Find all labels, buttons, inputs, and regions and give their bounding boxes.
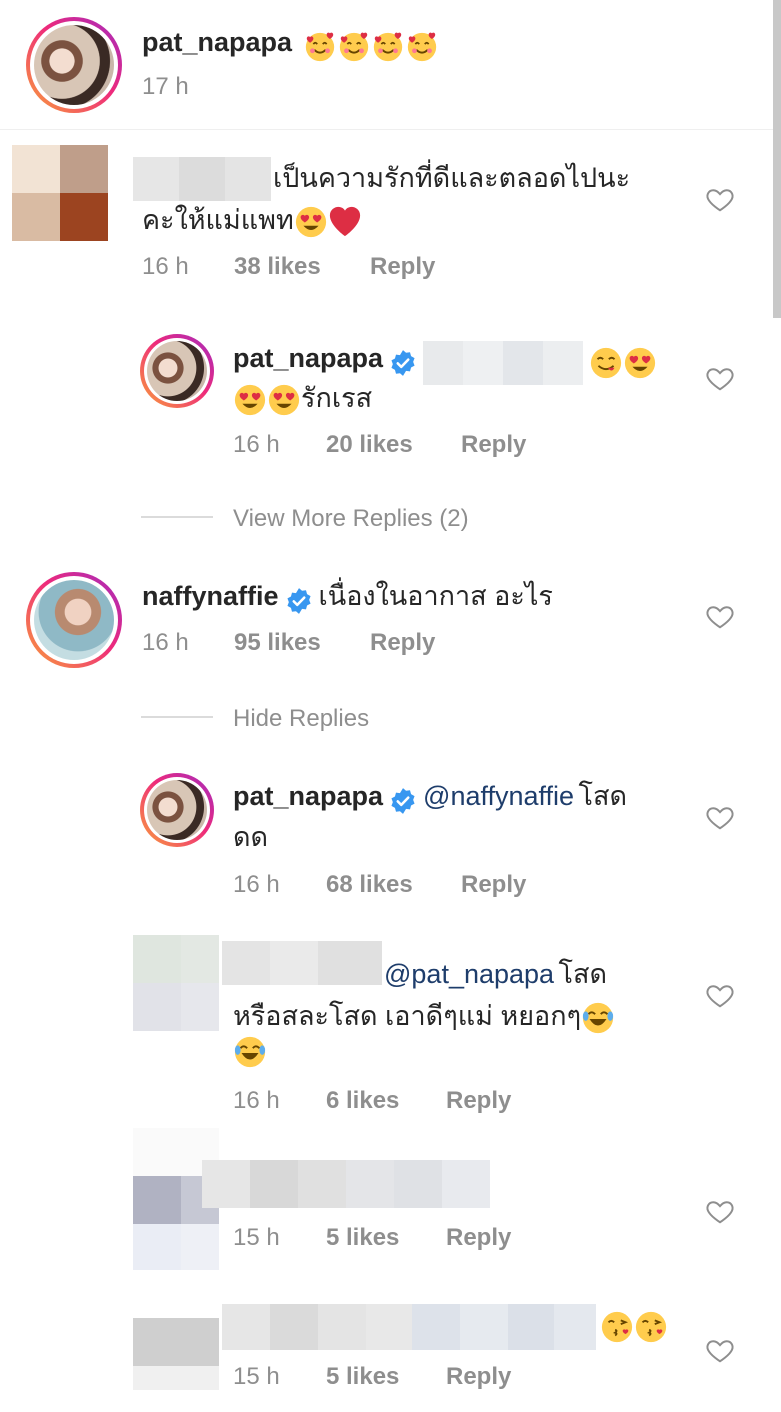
mention-link[interactable]: @pat_napapa — [384, 959, 554, 989]
avatar[interactable] — [140, 334, 214, 408]
red-heart-icon — [328, 205, 362, 239]
avatar[interactable] — [26, 572, 122, 668]
view-more-replies-button[interactable]: View More Replies (2) — [233, 505, 469, 533]
username[interactable]: pat_napapa — [233, 781, 383, 811]
comment-text: เป็นความรักที่ดีและตลอดไปนะ — [273, 163, 631, 193]
username[interactable]: pat_napapa — [233, 343, 383, 373]
like-heart-icon[interactable] — [705, 184, 735, 214]
comment-text: โสด — [578, 781, 628, 811]
comment-text: ดด — [233, 822, 269, 852]
reply-line: @pat_napapa โสด — [384, 954, 607, 994]
reply-button[interactable]: Reply — [370, 253, 435, 281]
comment-text: หรือสละโสด เอาดีๆแม่ หยอกๆ — [233, 996, 615, 1036]
mention-link[interactable]: @naffynaffie — [423, 781, 574, 811]
comment-time: 15 h — [233, 1363, 280, 1390]
avatar[interactable] — [26, 17, 122, 113]
like-heart-icon[interactable] — [705, 601, 735, 631]
smiling-face-with-hearts-icon — [371, 30, 405, 64]
smiling-face-with-hearts-icon — [337, 30, 371, 64]
comment-time: 16 h — [233, 431, 280, 458]
reply-button[interactable]: Reply — [370, 629, 435, 657]
username[interactable] — [202, 1160, 490, 1208]
header-divider — [0, 129, 773, 130]
heart-eyes-icon — [233, 383, 267, 417]
replies-divider — [141, 516, 213, 518]
smiling-face-with-hearts-icon — [405, 30, 439, 64]
verified-badge-icon — [389, 787, 417, 815]
reply-emojis — [600, 1310, 668, 1344]
avatar[interactable] — [133, 1318, 219, 1390]
avatar[interactable] — [140, 773, 214, 847]
comment-time: 16 h — [142, 629, 189, 656]
likes-count[interactable]: 5 likes — [326, 1224, 399, 1252]
redacted-text — [423, 340, 584, 385]
like-heart-icon[interactable] — [705, 1335, 735, 1365]
comment-time: 16 h — [233, 1087, 280, 1114]
replies-divider — [141, 716, 213, 718]
comment-text: เนื่องในอากาส อะไร — [318, 581, 553, 611]
kissing-face-icon — [634, 1310, 668, 1344]
likes-count[interactable]: 5 likes — [326, 1363, 399, 1391]
avatar[interactable] — [133, 935, 219, 1031]
username[interactable]: naffynaffie — [142, 581, 279, 611]
comment-time: 16 h — [142, 253, 189, 280]
caption-line: pat_napapa — [142, 22, 439, 62]
reply-button[interactable]: Reply — [461, 431, 526, 459]
avatar[interactable] — [12, 145, 108, 241]
heart-eyes-icon — [267, 383, 301, 417]
username[interactable] — [222, 1304, 596, 1350]
verified-badge-icon — [285, 587, 313, 615]
likes-count[interactable]: 20 likes — [326, 431, 413, 459]
comment-text: โสด — [558, 959, 608, 989]
comment-line: naffynaffie เนื่องในอากาส อะไร — [142, 575, 553, 617]
like-heart-icon[interactable] — [705, 1196, 735, 1226]
reply-button[interactable]: Reply — [446, 1363, 511, 1391]
comment-time: 15 h — [233, 1224, 280, 1251]
reply-button[interactable]: Reply — [446, 1087, 511, 1115]
username[interactable] — [133, 157, 271, 201]
comment-text — [233, 1035, 267, 1069]
scrollbar[interactable] — [773, 0, 781, 318]
kissing-face-icon — [600, 1310, 634, 1344]
like-heart-icon[interactable] — [705, 980, 735, 1010]
heart-eyes-icon — [294, 205, 328, 239]
like-heart-icon[interactable] — [705, 363, 735, 393]
like-heart-icon[interactable] — [705, 802, 735, 832]
likes-count[interactable]: 95 likes — [234, 629, 321, 657]
heart-eyes-icon — [623, 346, 657, 380]
verified-badge-icon — [389, 349, 417, 377]
hide-replies-button[interactable]: Hide Replies — [233, 705, 369, 733]
username[interactable] — [222, 941, 382, 985]
likes-count[interactable]: 38 likes — [234, 253, 321, 281]
comment-time: 16 h — [233, 871, 280, 898]
reply-button[interactable]: Reply — [461, 871, 526, 899]
tears-of-joy-icon — [233, 1035, 267, 1069]
username[interactable]: pat_napapa — [142, 27, 292, 57]
reply-button[interactable]: Reply — [446, 1224, 511, 1252]
smiling-face-with-hearts-icon — [303, 30, 337, 64]
comment-text: คะให้แม่แพท — [142, 200, 362, 240]
tears-of-joy-icon — [581, 1001, 615, 1035]
likes-count[interactable]: 6 likes — [326, 1087, 399, 1115]
timestamp: 17 h — [142, 73, 189, 100]
reply-line: pat_napapa — [233, 336, 657, 385]
reply-line: pat_napapa @naffynaffie โสด — [233, 775, 627, 817]
yum-face-icon — [589, 346, 623, 380]
comment-text: รักเรส — [233, 378, 372, 418]
likes-count[interactable]: 68 likes — [326, 871, 413, 899]
